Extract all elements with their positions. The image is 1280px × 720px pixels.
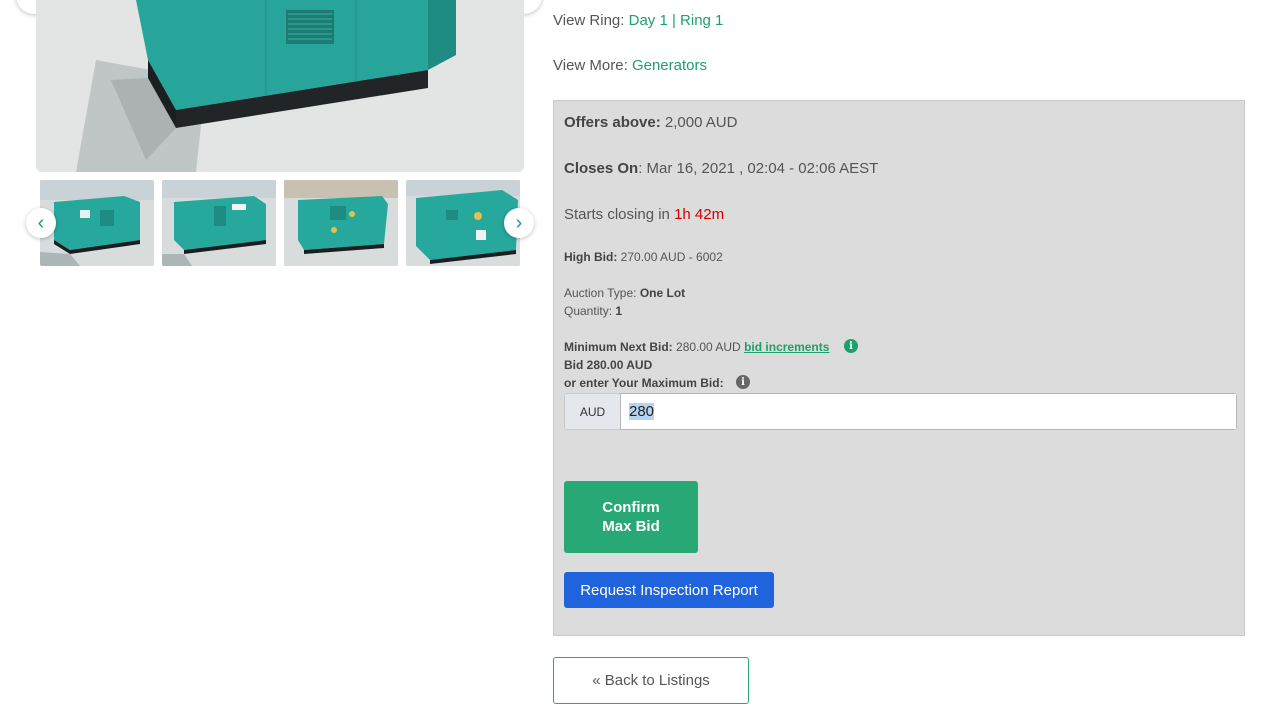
quantity-value: 1 (615, 304, 623, 318)
thumbnail-4[interactable] (406, 180, 520, 266)
minimum-next-bid-value: 280.00 AUD (676, 340, 741, 354)
max-bid-input[interactable] (620, 393, 1237, 430)
auction-type-value: One Lot (639, 286, 686, 300)
gallery-prev-button[interactable]: ‹ (26, 208, 56, 238)
high-bid-label: High Bid: (564, 250, 618, 264)
max-bid-prompt: or enter Your Maximum Bid: (564, 376, 724, 390)
view-more-link[interactable]: Generators (632, 57, 707, 74)
view-more-label: View More: (553, 57, 628, 74)
closes-on: Closes On: Mar 16, 2021 , 02:04 - 02:06 … (564, 160, 878, 177)
chevron-left-icon: ‹ (37, 212, 45, 234)
thumbnail-strip (40, 180, 520, 266)
auction-type: Auction Type: One Lot (564, 286, 685, 300)
thumbnail-1[interactable] (40, 180, 154, 266)
bid-increments-link[interactable]: bid increments (744, 340, 829, 354)
chevron-right-icon: › (515, 212, 523, 234)
request-inspection-label: Request Inspection Report (580, 581, 758, 599)
quantity-label: Quantity: (564, 304, 613, 318)
max-bid-input-group: AUD (564, 393, 1237, 430)
auction-type-label: Auction Type: (564, 286, 637, 300)
back-to-listings-button[interactable]: « Back to Listings (553, 657, 749, 704)
view-ring-line: View Ring: Day 1 | Ring 1 (553, 12, 723, 29)
quantity: Quantity: 1 (564, 304, 622, 318)
thumbnail-3[interactable] (284, 180, 398, 266)
offers-above-label: Offers above: (564, 114, 661, 131)
high-bid-value: 270.00 AUD - 6002 (620, 250, 723, 264)
offers-above-value: 2,000 AUD (664, 114, 738, 131)
bid-panel: Offers above: 2,000 AUD Closes On: Mar 1… (553, 100, 1245, 636)
view-ring-label: View Ring: (553, 12, 625, 29)
minimum-next-bid: Minimum Next Bid: 280.00 AUD bid increme… (564, 340, 829, 354)
starts-closing: Starts closing in 1h 42m (564, 206, 724, 223)
view-ring-link[interactable]: Day 1 | Ring 1 (629, 12, 724, 29)
max-bid-prompt-text: or enter Your Maximum Bid: (564, 376, 724, 390)
info-icon[interactable]: i (844, 339, 858, 353)
starts-closing-label: Starts closing in (564, 206, 670, 223)
countdown-timer: 1h 42m (674, 206, 725, 223)
back-to-listings-label: « Back to Listings (592, 672, 710, 689)
confirm-label-line-2: Max Bid (602, 518, 660, 535)
view-more-line: View More: Generators (553, 57, 707, 74)
main-product-photo[interactable] (36, 0, 524, 172)
high-bid: High Bid: 270.00 AUD - 6002 (564, 250, 723, 264)
currency-addon: AUD (564, 393, 620, 430)
bid-amount-line: Bid 280.00 AUD (564, 358, 652, 372)
thumbnail-2[interactable] (162, 180, 276, 266)
minimum-next-bid-label: Minimum Next Bid: (564, 340, 673, 354)
request-inspection-report-button[interactable]: Request Inspection Report (564, 572, 774, 608)
info-icon[interactable]: i (736, 375, 750, 389)
offers-above: Offers above: 2,000 AUD (564, 114, 737, 131)
closes-on-value: : Mar 16, 2021 , 02:04 - 02:06 AEST (638, 160, 879, 177)
confirm-max-bid-button[interactable]: Confirm Max Bid (564, 481, 698, 553)
gallery-next-button[interactable]: › (504, 208, 534, 238)
closes-on-label: Closes On (564, 160, 639, 177)
confirm-label-line-1: Confirm (602, 499, 660, 516)
bid-amount-text: Bid 280.00 AUD (564, 358, 653, 372)
